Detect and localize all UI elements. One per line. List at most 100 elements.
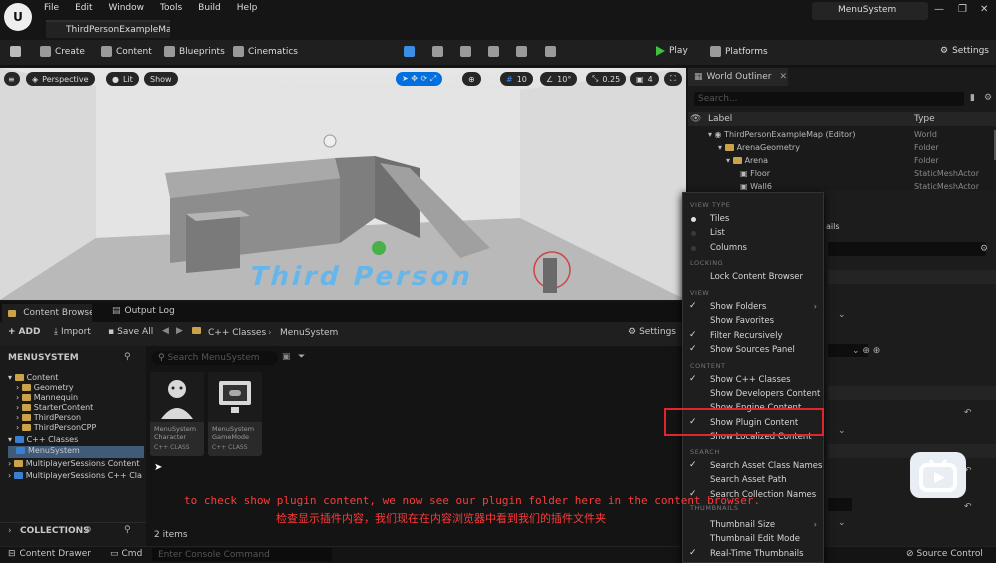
add-button[interactable]: + ADD	[8, 327, 40, 337]
unreal-logo-icon[interactable]: U	[4, 3, 32, 31]
menu-item-thumb-edit[interactable]: Thumbnail Edit Mode	[710, 534, 800, 544]
import-button[interactable]: ⤓ Import	[54, 327, 91, 337]
label-column[interactable]: Label	[708, 114, 732, 124]
outliner-row[interactable]: ▾ ArenaGeometry	[718, 143, 800, 156]
level-tab[interactable]: ThirdPersonExampleMap	[46, 20, 170, 38]
type-column[interactable]: Type	[914, 114, 935, 124]
reset-icon[interactable]: ↶	[964, 408, 972, 418]
play-button[interactable]: Play	[656, 46, 688, 56]
content-drawer-button[interactable]: ⊟ Content Drawer	[8, 549, 91, 559]
menu-item-show-developers[interactable]: Show Developers Content	[710, 389, 820, 399]
blueprints-button[interactable]: Blueprints	[164, 46, 225, 57]
menu-item-show-cpp[interactable]: Show C++ Classes	[710, 375, 791, 385]
perspective-button[interactable]: ◈ Perspective	[26, 72, 95, 86]
breadcrumb-cpp-classes[interactable]: C++ Classes	[208, 328, 266, 338]
transform-tools[interactable]: ➤ ✥ ⟳ ⤢	[396, 72, 443, 86]
fracture-mode-icon[interactable]	[516, 46, 527, 57]
close-icon[interactable]: ✕	[980, 4, 988, 15]
select-mode-icon[interactable]	[404, 46, 415, 57]
outliner-row[interactable]: ▾ ◉ ThirdPersonExampleMap (Editor)	[708, 130, 855, 143]
menu-item-thumb-size[interactable]: Thumbnail Size	[710, 520, 775, 530]
rotation-snap[interactable]: ∠ 10°	[540, 72, 578, 86]
cb-settings-button[interactable]: ⚙ Settings	[628, 327, 676, 337]
cmd-button[interactable]: ▭ Cmd	[110, 549, 142, 559]
menu-build[interactable]: Build	[198, 3, 221, 13]
tree-item-selected[interactable]: MenuSystem	[8, 446, 144, 458]
outliner-search-input[interactable]: Search...	[694, 92, 964, 106]
lit-button[interactable]: ● Lit	[106, 72, 139, 86]
search-icon[interactable]: ⚲	[124, 525, 131, 535]
menu-item-filter-recursively[interactable]: Filter Recursively	[710, 331, 783, 341]
asset-tile[interactable]: MenuSystem Character C++ CLASS	[150, 372, 204, 456]
outliner-row[interactable]: ▣ Floor	[740, 169, 770, 182]
chevron-down-icon[interactable]: ⌄	[838, 310, 846, 320]
menu-window[interactable]: Window	[109, 3, 145, 13]
details-picker-icons[interactable]: ⌄ ⊕ ⊕	[852, 346, 880, 356]
menu-item-search-path[interactable]: Search Asset Path	[710, 475, 787, 485]
back-icon[interactable]: ◀	[162, 326, 169, 336]
asset-search-input[interactable]: ⚲ Search MenuSystem	[152, 351, 278, 365]
folder-add-icon[interactable]: ▮	[970, 93, 975, 103]
world-local-icon[interactable]: ⊕	[462, 72, 481, 86]
breadcrumb-menusystem[interactable]: MenuSystem	[280, 328, 338, 338]
menu-item-lock[interactable]: Lock Content Browser	[710, 272, 803, 282]
chevron-down-icon[interactable]: ⌄	[838, 518, 846, 528]
forward-icon[interactable]: ▶	[176, 326, 183, 336]
menu-item-search-class[interactable]: Search Asset Class Names	[710, 461, 822, 471]
menu-item-show-favorites[interactable]: Show Favorites	[710, 316, 774, 326]
menu-help[interactable]: Help	[237, 3, 258, 13]
mesh-paint-mode-icon[interactable]	[488, 46, 499, 57]
cinematics-button[interactable]: Cinematics	[233, 46, 298, 57]
tree-item[interactable]: › MultiplayerSessions C++ Cla	[8, 471, 142, 482]
platforms-button[interactable]: Platforms	[710, 46, 768, 57]
menu-file[interactable]: File	[44, 3, 59, 13]
root-header[interactable]: MENUSYSTEM ⚲	[0, 352, 146, 366]
add-collection-icon[interactable]: ⊕	[84, 525, 92, 535]
chevron-down-icon[interactable]: ⌄	[838, 426, 846, 436]
asset-tile[interactable]: MenuSystem GameMode C++ CLASS	[208, 372, 262, 456]
menu-item-tiles[interactable]: Tiles	[710, 214, 729, 224]
minimize-icon[interactable]: —	[934, 4, 944, 15]
details-tab-fragment[interactable]: ails	[826, 222, 840, 231]
eye-icon[interactable]: 👁	[690, 114, 701, 124]
camera-speed[interactable]: ▣ 4	[630, 72, 659, 86]
tree-item[interactable]: › ThirdPersonCPP	[16, 423, 96, 434]
outliner-row[interactable]: ▾ Arena	[726, 156, 768, 169]
tree-item[interactable]: ▾ C++ Classes	[8, 435, 78, 446]
modeling-mode-icon[interactable]	[545, 46, 556, 57]
console-input[interactable]: Enter Console Command	[152, 548, 332, 561]
gear-icon[interactable]: ⚙	[980, 244, 988, 254]
create-button[interactable]: Create	[40, 46, 85, 57]
menu-item-show-sources[interactable]: Show Sources Panel	[710, 345, 795, 355]
gear-icon[interactable]: ⚙	[984, 93, 992, 103]
menu-item-realtime[interactable]: Real-Time Thumbnails	[710, 549, 804, 559]
level-viewport[interactable]: Third Person ≡ ◈ Perspective ● Lit Show ➤ …	[0, 68, 686, 300]
landscape-mode-icon[interactable]	[432, 46, 443, 57]
menu-item-show-folders[interactable]: Show Folders	[710, 302, 766, 312]
filter-icon[interactable]: ⏷	[298, 352, 305, 362]
folder-icon[interactable]	[192, 326, 204, 336]
menu-item-columns[interactable]: Columns	[710, 243, 747, 253]
details-search-input[interactable]	[828, 242, 986, 256]
close-tab-icon[interactable]: ✕	[779, 72, 787, 82]
save-search-icon[interactable]: ▣	[282, 352, 291, 362]
source-control-button[interactable]: ⊘ Source Control	[906, 549, 983, 559]
foliage-mode-icon[interactable]	[460, 46, 471, 57]
viewport-menu-icon[interactable]: ≡	[4, 72, 20, 86]
content-button[interactable]: Content	[101, 46, 152, 57]
collections-header[interactable]: › COLLECTIONS ⊕ ⚲	[0, 522, 146, 538]
outliner-tab[interactable]: ▦ World Outliner ✕	[688, 68, 788, 86]
maximize-viewport-icon[interactable]: ⛶	[664, 72, 682, 86]
save-all-button[interactable]: ▪ Save All	[108, 327, 153, 337]
search-icon[interactable]: ⚲	[124, 352, 131, 362]
maximize-icon[interactable]: ❐	[958, 4, 967, 15]
menu-item-list[interactable]: List	[710, 228, 725, 238]
show-button[interactable]: Show	[144, 72, 178, 86]
save-icon[interactable]	[10, 46, 21, 57]
output-log-tab[interactable]: ▤ Output Log	[112, 306, 175, 316]
scale-snap[interactable]: ⤡ 0.25	[586, 72, 627, 86]
grid-snap[interactable]: #10	[500, 72, 533, 86]
reset-icon[interactable]: ↶	[964, 502, 972, 512]
tree-item[interactable]: › MultiplayerSessions Content	[8, 459, 140, 470]
menu-tools[interactable]: Tools	[160, 3, 182, 13]
